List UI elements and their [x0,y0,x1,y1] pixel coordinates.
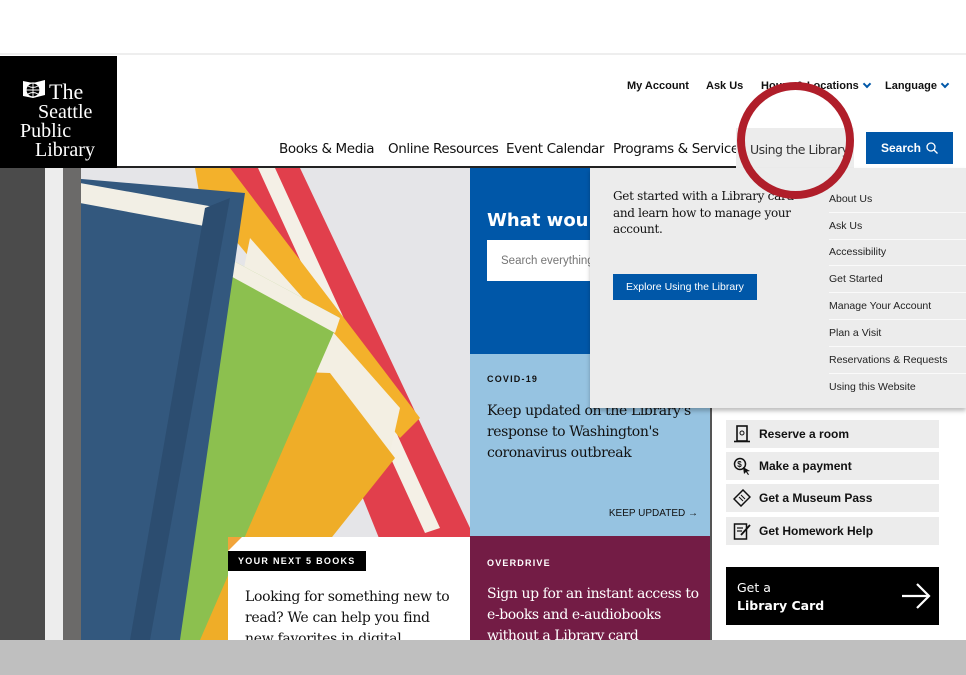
nav-books-media[interactable]: Books & Media [279,141,374,157]
keep-updated-link[interactable]: KEEP UPDATED → [609,508,698,519]
dropdown-links: About Us Ask Us Accessibility Get Starte… [829,186,966,400]
covid-body: Keep updated on the Library's response t… [487,403,691,461]
covid-label: COVID-19 [487,374,539,384]
quick-link-label: Make a payment [759,459,852,473]
overdrive-label: OVERDRIVE [487,558,551,568]
bottom-grey-strip [0,640,966,675]
logo-line-1: The [49,79,84,104]
ticket-icon [733,489,751,507]
quick-link-label: Get Homework Help [759,524,874,538]
search-button[interactable]: Search [866,132,953,164]
util-my-account[interactable]: My Account [627,80,689,92]
dropdown-link-manage-account[interactable]: Manage Your Account [829,293,966,320]
library-logo[interactable]: The Seattle Public Library [0,56,117,182]
door-icon [733,425,751,443]
overdrive-tile[interactable]: OVERDRIVE Sign up for an instant access … [470,536,710,644]
dropdown-link-accessibility[interactable]: Accessibility [829,240,966,267]
util-my-account-label: My Account [627,80,689,92]
get-library-card-button[interactable]: Get a Library Card [726,567,939,625]
logo-line-4: Library [35,139,95,161]
grey-book [0,168,45,640]
dropdown-intro: Get started with a Library card and lear… [613,189,794,236]
top-blank-band [0,0,966,55]
quick-link-label: Reserve a room [759,427,850,441]
libcard-line-2: Library Card [737,598,825,613]
util-hours-locations[interactable]: Hours & Locations [761,79,872,92]
arrow-right-icon: → [688,508,698,519]
chevron-down-icon [940,79,950,89]
util-language[interactable]: Language [885,79,950,92]
nav-using-the-library[interactable]: Using the Library [736,128,854,168]
keep-updated-label: KEEP UPDATED [608,508,686,519]
next5-badge: YOUR NEXT 5 BOOKS [228,551,366,571]
next5-corner [228,537,242,551]
dropdown-link-get-started[interactable]: Get Started [829,266,966,294]
svg-text:$: $ [737,460,742,469]
using-library-dropdown: Get started with a Library card and lear… [590,168,966,408]
search-icon [926,142,938,154]
nav-event-calendar[interactable]: Event Calendar [506,141,604,157]
overdrive-body: Sign up for an instant access to e-books… [487,586,699,644]
explore-using-library-button[interactable]: Explore Using the Library [613,274,757,300]
globe-book-icon [23,80,45,98]
dropdown-link-reservations[interactable]: Reservations & Requests [829,347,966,374]
quick-link-homework-help[interactable]: Get Homework Help [726,517,939,545]
logo-line-2: Seattle [38,101,93,123]
nav-using-the-library-label: Using the Library [750,142,849,157]
logo-line-3: Public [20,120,72,142]
quick-link-make-payment[interactable]: $ Make a payment [726,452,939,480]
search-button-label: Search [880,141,922,155]
dropdown-link-plan-visit[interactable]: Plan a Visit [829,320,966,347]
dropdown-link-about-us[interactable]: About Us [829,186,966,213]
nav-programs-services[interactable]: Programs & Services [613,141,746,157]
notepad-pencil-icon [733,522,751,540]
libcard-line-1: Get a [737,580,771,595]
util-ask-us-label: Ask Us [706,80,744,92]
nav-online-resources[interactable]: Online Resources [388,141,499,157]
dropdown-link-using-website[interactable]: Using this Website [829,374,966,401]
quick-link-reserve-room[interactable]: Reserve a room [726,420,939,448]
util-ask-us[interactable]: Ask Us [706,80,743,92]
util-hours-locations-label: Hours & Locations [761,80,859,92]
util-language-label: Language [885,80,937,92]
arrow-right-icon [902,583,931,609]
dollar-cursor-icon: $ [733,457,751,475]
quick-link-museum-pass[interactable]: Get a Museum Pass [726,484,939,512]
chevron-down-icon [862,79,872,89]
quick-link-label: Get a Museum Pass [759,491,873,505]
dropdown-link-ask-us[interactable]: Ask Us [829,213,966,240]
